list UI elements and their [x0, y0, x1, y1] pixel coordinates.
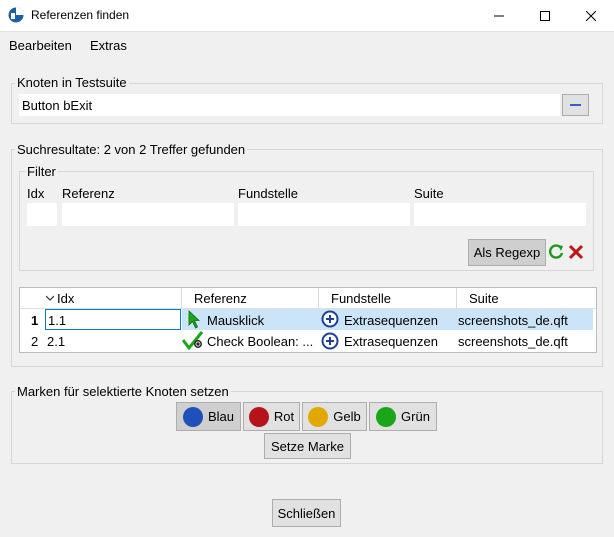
knoten-field[interactable]: Button bExit — [19, 94, 560, 116]
filter-referenz-input[interactable] — [62, 203, 234, 226]
blue-circle-icon — [182, 406, 203, 427]
yellow-circle-icon — [308, 406, 329, 427]
mark-gelb-button[interactable]: Gelb — [302, 402, 367, 431]
green-circle-icon — [376, 406, 397, 427]
minimize-button[interactable] — [476, 0, 522, 31]
knoten-group-label: Knoten in Testsuite — [15, 75, 129, 90]
close-window-button[interactable] — [568, 0, 614, 31]
column-header-idx[interactable]: Idx — [57, 288, 74, 309]
results-group-label: Suchresultate: 2 von 2 Treffer gefunden — [15, 142, 248, 157]
table-header — [20, 288, 596, 309]
column-header-fundstelle[interactable]: Fundstelle — [331, 288, 391, 309]
window-title: Referenzen finden — [31, 8, 130, 22]
row-idx: 2.1 — [47, 334, 66, 349]
knoten-value: Button bExit — [22, 98, 93, 113]
clear-icon — [568, 244, 584, 260]
filter-referenz-label: Referenz — [62, 186, 115, 201]
row-referenz: Mausklick — [207, 313, 265, 328]
filter-suite-label: Suite — [414, 186, 444, 201]
app-icon — [8, 7, 24, 23]
refresh-button[interactable] — [547, 243, 565, 261]
filter-suite-input[interactable] — [414, 203, 586, 226]
sort-desc-icon — [46, 295, 54, 301]
check-boolean-icon — [182, 331, 204, 351]
menu-extras[interactable]: Extras — [90, 38, 127, 53]
mark-rot-button[interactable]: Rot — [243, 402, 300, 431]
row-fundstelle: Extrasequenzen — [344, 334, 438, 349]
row-suite: screenshots_de.qft — [458, 313, 568, 328]
regexp-label: Als Regexp — [473, 245, 541, 260]
maximize-icon — [540, 10, 550, 21]
clear-filter-button[interactable] — [567, 243, 585, 261]
remove-knoten-button[interactable] — [562, 94, 589, 116]
schliessen-button[interactable]: Schließen — [272, 499, 341, 527]
marks-group-label: Marken für selektierte Knoten setzen — [15, 384, 231, 399]
row-fundstelle: Extrasequenzen — [344, 313, 438, 328]
menu-bearbeiten[interactable]: Bearbeiten — [9, 38, 72, 53]
close-icon — [586, 10, 596, 21]
regexp-toggle[interactable]: Als Regexp — [468, 239, 546, 266]
row-number: 1 — [31, 313, 39, 328]
filter-label: Filter — [25, 164, 58, 179]
sequence-icon — [321, 310, 339, 328]
row-number: 2 — [31, 334, 39, 349]
red-circle-icon — [248, 406, 269, 427]
mark-gruen-button[interactable]: Grün — [369, 402, 437, 431]
setze-marke-button[interactable]: Setze Marke — [264, 433, 351, 459]
filter-fundstelle-label: Fundstelle — [238, 186, 298, 201]
row-suite: screenshots_de.qft — [458, 334, 568, 349]
sequence-icon — [321, 332, 339, 350]
minus-icon — [570, 104, 581, 106]
column-header-referenz[interactable]: Referenz — [194, 288, 247, 309]
row-referenz: Check Boolean: ... — [207, 334, 314, 349]
filter-idx-label: Idx — [27, 186, 45, 201]
column-header-suite[interactable]: Suite — [469, 288, 499, 309]
mark-blau-button[interactable]: Blau — [176, 402, 241, 431]
filter-idx-input[interactable] — [27, 203, 57, 226]
maximize-button[interactable] — [522, 0, 568, 31]
minimize-icon — [494, 15, 504, 16]
row-idx-cell-editing[interactable]: 1.1 — [45, 309, 181, 330]
filter-fundstelle-input[interactable] — [238, 203, 410, 226]
mouse-click-icon — [188, 310, 201, 329]
refresh-icon — [549, 244, 564, 259]
